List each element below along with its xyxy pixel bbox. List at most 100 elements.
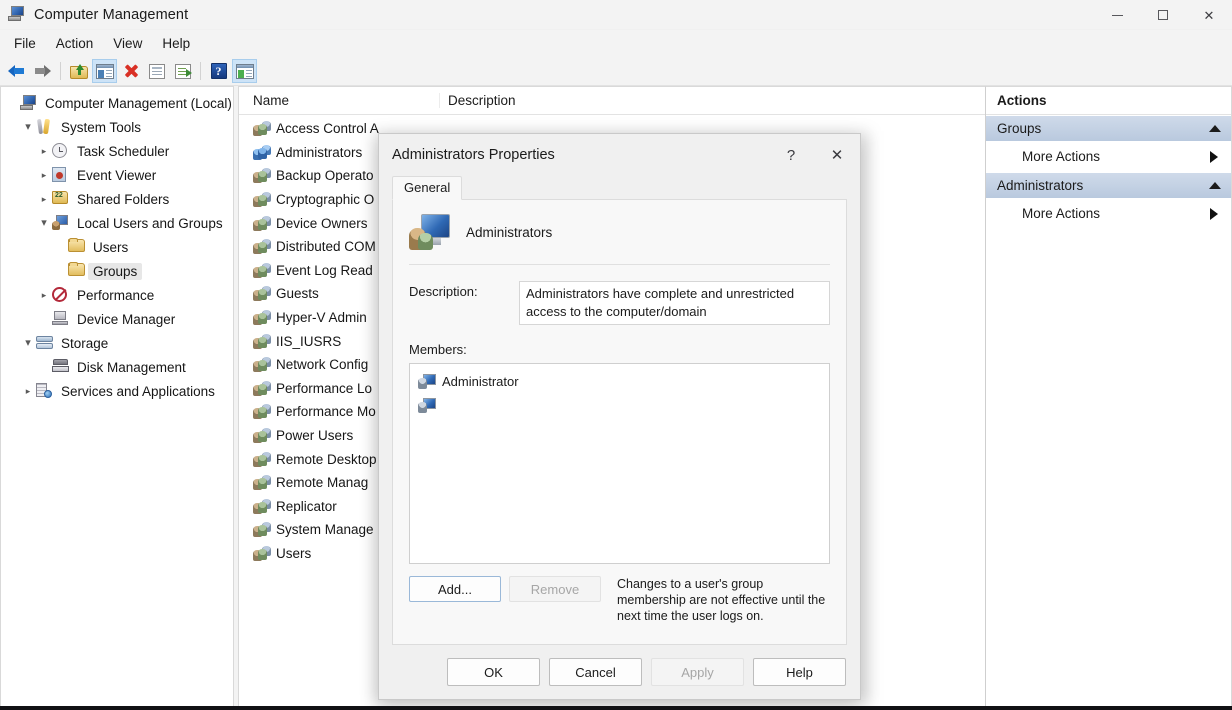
chevron-up-icon[interactable] [1209,182,1221,189]
back-button[interactable] [4,59,29,83]
red-x-icon [123,63,139,79]
dialog-close-button[interactable]: ✕ [814,134,860,176]
show-hide-console-tree-button[interactable] [92,59,117,83]
tree-item-shared-folders[interactable]: ▸Shared Folders [1,187,233,211]
tree-item-label: Performance [72,287,159,304]
toolbar-separator-2 [200,62,201,80]
actions-group-header-groups[interactable]: Groups [986,115,1231,141]
export-list-button[interactable] [170,59,195,83]
chevron-right-icon[interactable]: ▸ [36,147,52,156]
tree-item-services-and-applications[interactable]: ▸Services and Applications [1,379,233,403]
show-hide-action-pane-button[interactable] [232,59,257,83]
group-name-cell: Remote Manag [276,475,368,490]
cancel-button[interactable]: Cancel [549,658,642,686]
actions-pane: Actions GroupsMore ActionsAdministrators… [985,86,1232,707]
console-tree-icon [96,64,114,79]
apply-button: Apply [651,658,744,686]
actions-group-header-administrators[interactable]: Administrators [986,172,1231,198]
group-icon [253,381,271,396]
members-list[interactable]: Administrator [409,363,830,564]
group-name-cell: Users [276,546,311,561]
group-large-icon [409,214,450,250]
tree-item-users[interactable]: Users [1,235,233,259]
tree-item-device-manager[interactable]: Device Manager [1,307,233,331]
member-list-item[interactable] [410,393,829,417]
group-name-cell: Guests [276,286,319,301]
properties-button[interactable] [144,59,169,83]
tree-item-disk-management[interactable]: Disk Management [1,355,233,379]
group-name-cell: Backup Operato [276,168,374,183]
action-item-more-actions[interactable]: More Actions [986,198,1231,229]
tab-general[interactable]: General [392,176,462,200]
group-name-cell: Replicator [276,499,337,514]
group-icon [253,192,271,207]
chevron-down-icon[interactable]: ▾ [20,338,36,349]
group-icon [253,357,271,372]
ok-button[interactable]: OK [447,658,540,686]
group-name-cell: Power Users [276,428,353,443]
chevron-right-icon[interactable] [1210,208,1218,220]
tree-item-local-users-and-groups[interactable]: ▾Local Users and Groups [1,211,233,235]
menu-view[interactable]: View [103,33,152,54]
group-icon [253,121,271,136]
tree-item-computer-management-local[interactable]: Computer Management (Local) [1,91,233,115]
menu-action[interactable]: Action [46,33,104,54]
dialog-title: Administrators Properties [392,147,555,163]
tree-item-label: Users [88,239,133,256]
column-header-description[interactable]: Description [439,93,985,108]
group-name-cell: Distributed COM [276,239,376,254]
tree-item-performance[interactable]: ▸ Performance [1,283,233,307]
chevron-down-icon[interactable]: ▾ [36,218,52,229]
menu-file[interactable]: File [4,33,46,54]
tree-item-label: Device Manager [72,311,180,328]
help-button[interactable]: Help [753,658,846,686]
tree-item-storage[interactable]: ▾Storage [1,331,233,355]
chevron-right-icon[interactable]: ▸ [36,171,52,180]
chevron-right-icon[interactable] [1210,151,1218,163]
help-button[interactable]: ? [206,59,231,83]
chevron-right-icon[interactable]: ▸ [36,195,52,204]
group-name-cell: IIS_IUSRS [276,334,341,349]
up-one-level-button[interactable] [66,59,91,83]
mmc-console-icon [8,6,26,24]
column-header-name[interactable]: Name [239,93,439,108]
group-icon [253,522,271,537]
dialog-titlebar: Administrators Properties ? ✕ [379,134,860,176]
group-name-cell: Hyper-V Admin [276,310,367,325]
chevron-right-icon[interactable]: ▸ [20,387,36,396]
add-button[interactable]: Add... [409,576,501,602]
group-name-cell: Performance Lo [276,381,372,396]
group-name-cell: System Manage [276,522,374,537]
tree-item-system-tools[interactable]: ▾System Tools [1,115,233,139]
disk-management-icon [52,359,69,375]
device-manager-icon [52,311,69,327]
close-button[interactable]: ✕ [1186,0,1232,30]
chevron-right-icon[interactable]: ▸ [36,291,52,300]
forward-button[interactable] [30,59,55,83]
maximize-button[interactable] [1140,0,1186,30]
clock-icon [52,143,69,159]
computer-management-window: Computer Management ✕ File Action View H… [0,0,1232,710]
description-input[interactable]: Administrators have complete and unrestr… [519,281,830,325]
chevron-up-icon[interactable] [1209,125,1221,132]
group-icon [253,428,271,443]
menu-help[interactable]: Help [152,33,200,54]
tree-item-task-scheduler[interactable]: ▸Task Scheduler [1,139,233,163]
tree-item-label: Disk Management [72,359,191,376]
member-list-item[interactable]: Administrator [410,369,829,393]
minimize-icon [1112,15,1123,16]
folder-icon [68,263,85,279]
arrow-right-icon [34,64,51,78]
minimize-button[interactable] [1094,0,1140,30]
window-caption-buttons: ✕ [1094,0,1232,30]
tree-item-groups[interactable]: Groups [1,259,233,283]
dialog-help-button[interactable]: ? [768,134,814,176]
dialog-tabstrip: General [392,176,847,200]
folder-icon [68,239,85,255]
chevron-down-icon[interactable]: ▾ [20,122,36,133]
action-item-more-actions[interactable]: More Actions [986,141,1231,172]
delete-button[interactable] [118,59,143,83]
tree-item-event-viewer[interactable]: ▸Event Viewer [1,163,233,187]
group-icon [253,546,271,561]
group-icon [253,145,271,160]
